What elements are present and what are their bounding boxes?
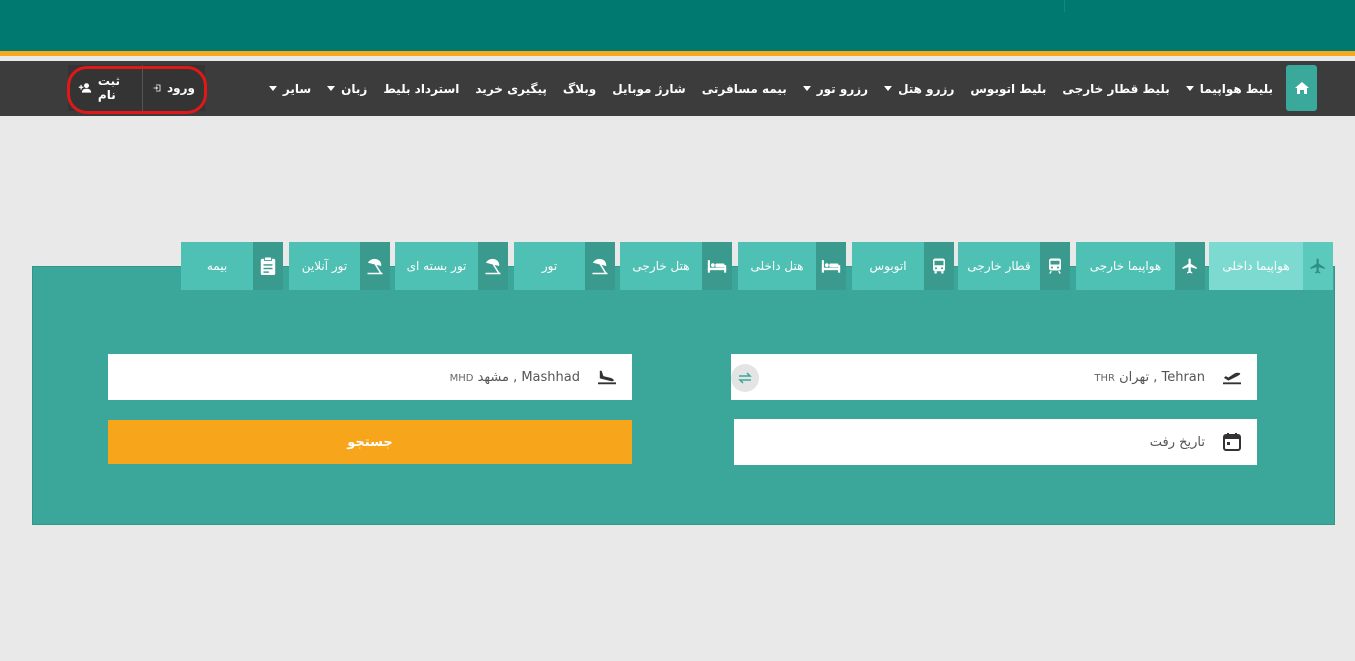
tab-foreign-hotel[interactable]: هتل خارجی xyxy=(620,242,732,290)
caret-down-icon xyxy=(802,86,811,91)
home-button[interactable] xyxy=(1286,65,1317,111)
bed-icon xyxy=(707,260,727,273)
bus-icon xyxy=(933,258,945,274)
tab-insurance[interactable]: بیمه xyxy=(181,242,283,290)
login-button[interactable]: ورود xyxy=(143,65,205,111)
flight-land-icon xyxy=(598,370,616,385)
date-placeholder: تاریخ رفت xyxy=(1149,434,1205,450)
auth-buttons: ثبت نام ورود xyxy=(68,65,205,111)
nav-item-mobile-charge[interactable]: شارژ موبایل xyxy=(612,82,685,96)
nav-item-insurance[interactable]: بیمه مسافرتی xyxy=(702,82,787,96)
nav-item-language[interactable]: زبان xyxy=(327,82,367,96)
tab-domestic-flight[interactable]: هواپیما داخلی xyxy=(1209,242,1333,290)
nav-item-bus[interactable]: بلیط اتوبوس xyxy=(970,82,1046,96)
origin-field[interactable]: Tehran , تهران THR xyxy=(731,354,1257,400)
caret-down-icon xyxy=(268,86,277,91)
beach-umbrella-icon xyxy=(592,258,608,275)
tab-domestic-hotel[interactable]: هتل داخلی xyxy=(738,242,846,290)
home-icon xyxy=(1294,82,1309,94)
signup-button[interactable]: ثبت نام xyxy=(68,65,143,111)
beach-umbrella-icon xyxy=(367,258,383,275)
nav-menu: بلیط هواپیما بلیط قطار خارجی بلیط اتوبوس… xyxy=(268,61,1273,116)
nav-item-track-order[interactable]: پیگیری خرید xyxy=(475,82,546,96)
nav-item-tour[interactable]: رزرو تور xyxy=(802,82,868,96)
plane-icon xyxy=(1182,258,1197,274)
swap-button[interactable] xyxy=(731,364,759,392)
departure-date-field[interactable]: تاریخ رفت xyxy=(734,419,1257,465)
plane-icon xyxy=(1310,258,1325,274)
nav-item-flight[interactable]: بلیط هواپیما xyxy=(1185,82,1273,96)
login-icon xyxy=(153,84,161,92)
swap-icon xyxy=(738,372,752,384)
destination-field[interactable]: Mashhad , مشهد MHD xyxy=(108,354,632,400)
nav-item-foreign-train[interactable]: بلیط قطار خارجی xyxy=(1062,82,1169,96)
flight-takeoff-icon xyxy=(1223,372,1241,385)
tab-bus[interactable]: اتوبوس xyxy=(852,242,954,290)
train-icon xyxy=(1049,258,1061,274)
tab-tour[interactable]: تور xyxy=(514,242,615,290)
beach-umbrella-icon xyxy=(485,258,501,275)
caret-down-icon xyxy=(1185,86,1194,91)
caret-down-icon xyxy=(327,86,336,91)
tab-online-tour[interactable]: تور آنلاین xyxy=(289,242,390,290)
nav-item-blog[interactable]: وبلاگ xyxy=(563,82,596,96)
search-button[interactable]: جستجو xyxy=(108,420,632,464)
bed-icon xyxy=(821,260,841,273)
caret-down-icon xyxy=(884,86,893,91)
nav-item-other[interactable]: سایر xyxy=(268,82,311,96)
tab-foreign-flight[interactable]: هواپیما خارجی xyxy=(1076,242,1205,290)
tab-foreign-train[interactable]: قطار خارجی xyxy=(958,242,1070,290)
nav-item-hotel[interactable]: رزرو هتل xyxy=(884,82,954,96)
clipboard-icon xyxy=(260,256,276,275)
add-user-icon xyxy=(78,83,92,93)
nav-item-refund[interactable]: استرداد بلیط xyxy=(383,82,459,96)
calendar-icon xyxy=(1223,433,1241,451)
tab-package-tour[interactable]: تور بسته ای xyxy=(395,242,508,290)
main-navbar: بلیط هواپیما بلیط قطار خارجی بلیط اتوبوس… xyxy=(0,61,1355,116)
top-banner xyxy=(0,0,1355,56)
